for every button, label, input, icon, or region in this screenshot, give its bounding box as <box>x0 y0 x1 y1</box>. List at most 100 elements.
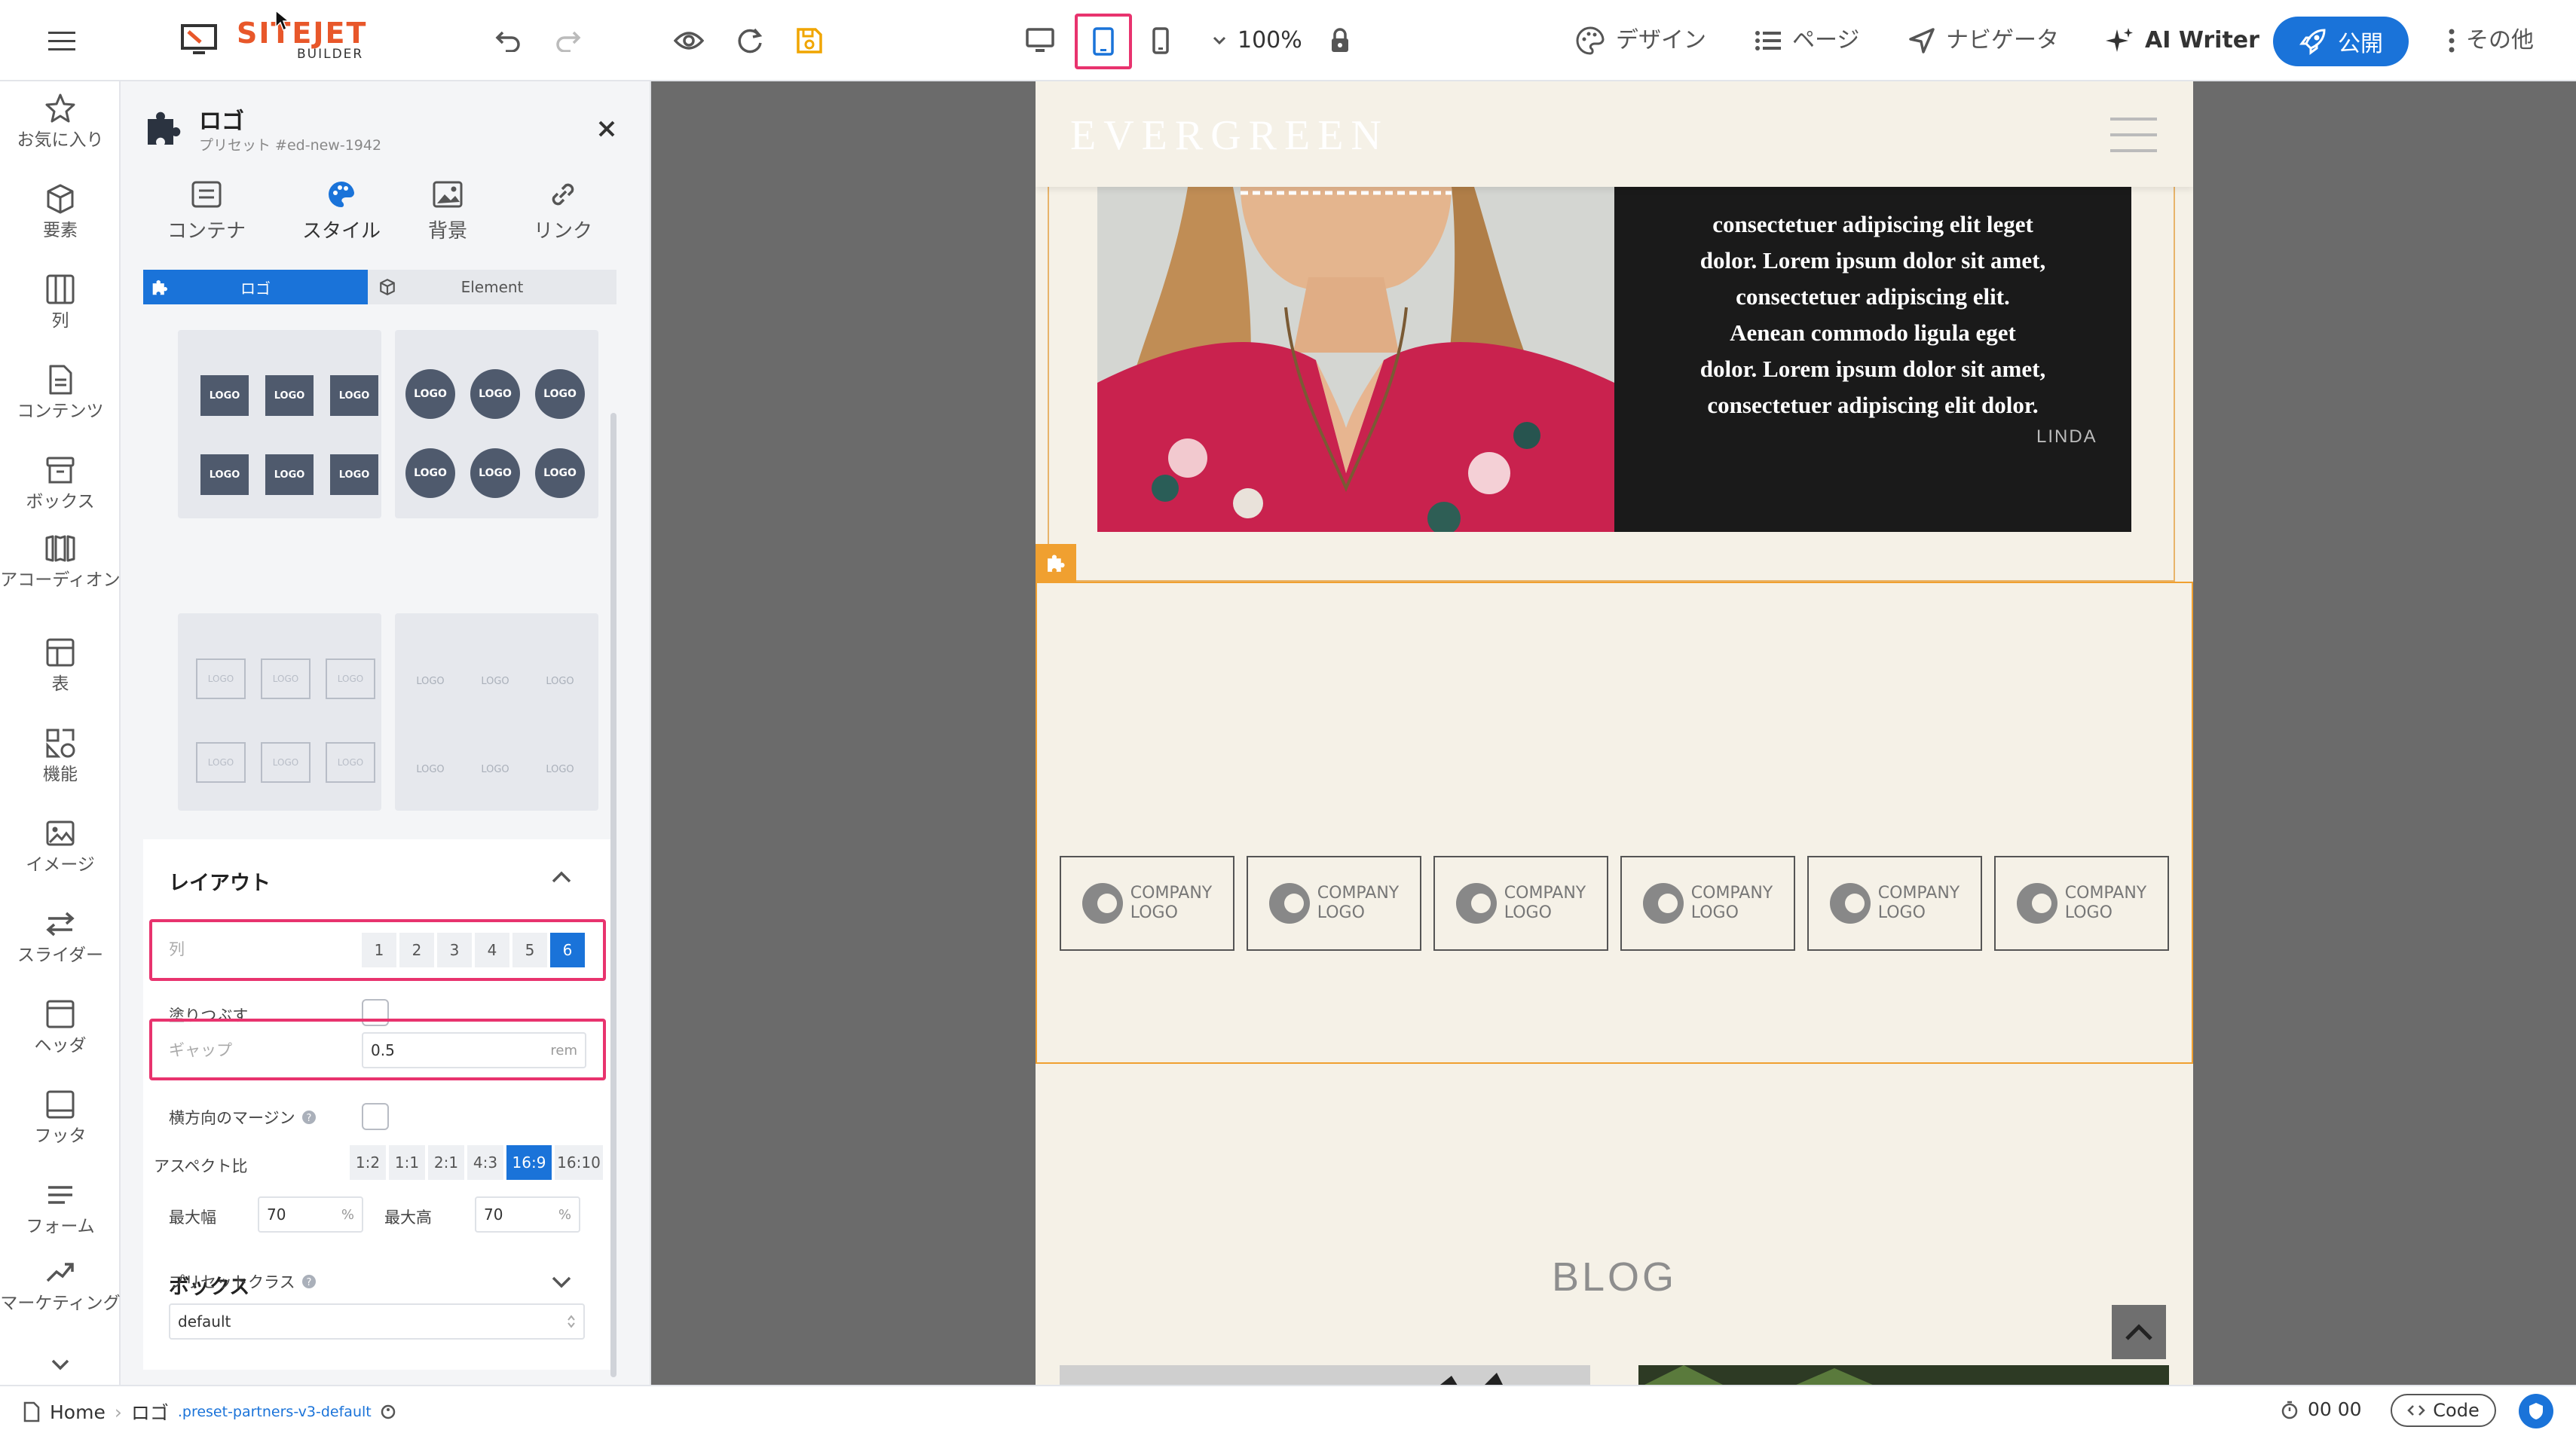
design-button[interactable]: デザイン <box>1575 23 1706 59</box>
breadcrumb-home[interactable]: Home <box>50 1401 106 1423</box>
preview-eye-icon[interactable] <box>668 20 710 62</box>
rail-item-table[interactable]: 表 <box>0 636 121 695</box>
columns-option-2[interactable]: 2 <box>399 933 434 967</box>
company-logo-text: COMPANY <box>2064 884 2147 903</box>
more-menu-button[interactable]: その他 <box>2448 23 2534 59</box>
accordion-icon <box>45 535 75 562</box>
gap-input[interactable]: 0.5 rem <box>362 1032 586 1068</box>
breadcrumb-class[interactable]: .preset-partners-v3-default <box>178 1404 372 1420</box>
tab-link[interactable]: リンク <box>522 179 604 243</box>
brand-name: SITEJET <box>237 17 368 50</box>
scroll-to-top-button[interactable] <box>2112 1305 2166 1359</box>
rocket-icon <box>2299 29 2326 55</box>
company-logo-card[interactable]: COMPANY LOGO <box>1060 856 1234 951</box>
preset-class-select[interactable]: default <box>169 1303 585 1340</box>
save-icon[interactable] <box>788 20 831 62</box>
company-logo-card[interactable]: COMPANY LOGO <box>1807 856 1982 951</box>
lock-icon[interactable] <box>1319 20 1361 62</box>
aspect-option[interactable]: 16:10 <box>555 1145 603 1180</box>
columns-option-5[interactable]: 5 <box>512 933 547 967</box>
breadcrumb: Home › ロゴ .preset-partners-v3-default <box>23 1398 396 1425</box>
cube-icon <box>47 184 74 214</box>
panel-scroll-area: LOGO LOGO LOGO LOGO LOGO LOGO LOGO LOGO … <box>143 330 615 1370</box>
trend-up-icon <box>46 1263 74 1282</box>
panel-scrollbar[interactable] <box>610 413 616 1377</box>
switch-logo[interactable]: ロゴ <box>143 270 368 304</box>
close-icon[interactable] <box>595 118 618 140</box>
company-logo-text: COMPANY <box>1130 884 1213 903</box>
publish-button[interactable]: 公開 <box>2273 17 2409 66</box>
hamburger-menu-icon[interactable] <box>41 20 83 62</box>
aspect-option[interactable]: 1:1 <box>389 1145 425 1180</box>
tab-style[interactable]: スタイル <box>292 179 390 243</box>
rail-label: 表 <box>51 674 69 694</box>
aspect-label: アスペクト比 <box>154 1157 248 1175</box>
rail-item-favorites[interactable]: お気に入り <box>0 92 121 151</box>
layout-heading: レイアウト <box>169 872 271 895</box>
palette-icon <box>1576 26 1605 55</box>
aspect-option[interactable]: 2:1 <box>428 1145 464 1180</box>
logo-section-selected[interactable] <box>1036 582 2193 1064</box>
company-logo-card[interactable]: COMPANY LOGO <box>1247 856 1421 951</box>
company-logo-card[interactable]: COMPANY LOGO <box>1994 856 2169 951</box>
tablet-view-icon[interactable] <box>1075 14 1132 69</box>
rail-item-form[interactable]: フォーム <box>0 1178 121 1237</box>
tab-label: 背景 <box>427 220 467 243</box>
mobile-view-icon[interactable] <box>1140 20 1182 62</box>
rail-item-columns[interactable]: 列 <box>0 273 121 332</box>
rail-label: アコーディオン <box>0 570 121 590</box>
tab-background[interactable]: 背景 <box>410 179 485 243</box>
refresh-icon[interactable] <box>728 20 770 62</box>
ai-writer-button[interactable]: AI Writer <box>2106 23 2259 59</box>
rail-item-box[interactable]: ボックス <box>0 454 121 512</box>
columns-option-6[interactable]: 6 <box>550 933 585 967</box>
max-height-input[interactable]: 70 % <box>475 1196 580 1233</box>
palette-icon <box>328 181 354 207</box>
code-button[interactable]: Code <box>2391 1394 2496 1427</box>
chevron-up-icon[interactable] <box>550 869 573 885</box>
scroll-down-chevron-icon[interactable] <box>47 1356 74 1374</box>
company-logo-card[interactable]: COMPANY LOGO <box>1433 856 1608 951</box>
quote-line: consectetuer adipiscing elit leget <box>1712 211 2033 237</box>
max-width-input[interactable]: 70 % <box>258 1196 363 1233</box>
columns-option-1[interactable]: 1 <box>362 933 396 967</box>
rail-item-marketing[interactable]: マーケティング <box>0 1255 121 1314</box>
rail-item-elements[interactable]: 要素 <box>0 182 121 241</box>
properties-panel: ロゴ プリセット #ed-new-1942 コンテナ スタイル 背景 リンク ロ… <box>121 81 651 1385</box>
columns-option-4[interactable]: 4 <box>475 933 509 967</box>
desktop-view-icon[interactable] <box>1019 20 1061 62</box>
redo-icon[interactable] <box>547 20 589 62</box>
quote-line: Aenean commodo ligula eget <box>1730 319 2016 346</box>
zoom-select[interactable]: 100% <box>1212 23 1302 59</box>
rail-item-footer[interactable]: フッタ <box>0 1088 121 1147</box>
breadcrumb-logo[interactable]: ロゴ <box>131 1398 169 1425</box>
aspect-option-selected[interactable]: 16:9 <box>506 1145 552 1180</box>
aspect-option[interactable]: 4:3 <box>467 1145 503 1180</box>
columns-option-3[interactable]: 3 <box>437 933 472 967</box>
chevron-down-icon[interactable] <box>550 1275 573 1290</box>
rail-item-contents[interactable]: コンテンツ <box>0 363 121 422</box>
tab-container[interactable]: コンテナ <box>161 179 252 243</box>
site-hamburger-icon[interactable] <box>2110 116 2157 154</box>
quote-author: LINDA <box>2036 426 2097 447</box>
rail-item-features[interactable]: 機能 <box>0 726 121 785</box>
aspect-option[interactable]: 1:2 <box>350 1145 386 1180</box>
navigator-button[interactable]: ナビゲータ <box>1908 23 2059 59</box>
undo-icon[interactable] <box>487 20 529 62</box>
switch-element[interactable]: Element <box>368 270 616 304</box>
company-logo-card[interactable]: COMPANY LOGO <box>1620 856 1795 951</box>
quote-line: consectetuer adipiscing elit dolor. <box>1707 392 2039 418</box>
rail-item-header[interactable]: ヘッダ <box>0 998 121 1056</box>
rail-label: 機能 <box>43 765 78 784</box>
support-shield-icon[interactable] <box>2519 1394 2553 1428</box>
blog-thumbnail[interactable] <box>1638 1365 2169 1385</box>
rail-item-image[interactable]: イメージ <box>0 817 121 875</box>
preset-class-row: プリセットクラス ? <box>169 1270 317 1293</box>
blog-thumbnail[interactable] <box>1060 1365 1590 1385</box>
hmargin-checkbox[interactable] <box>362 1103 389 1130</box>
site-brand[interactable]: EVERGREEN <box>1070 112 1389 160</box>
rail-item-accordion[interactable]: アコーディオン <box>0 532 121 591</box>
rail-item-slider[interactable]: スライダー <box>0 907 121 966</box>
selected-element-badge[interactable] <box>1036 544 1076 582</box>
pages-button[interactable]: ページ <box>1755 23 1859 59</box>
